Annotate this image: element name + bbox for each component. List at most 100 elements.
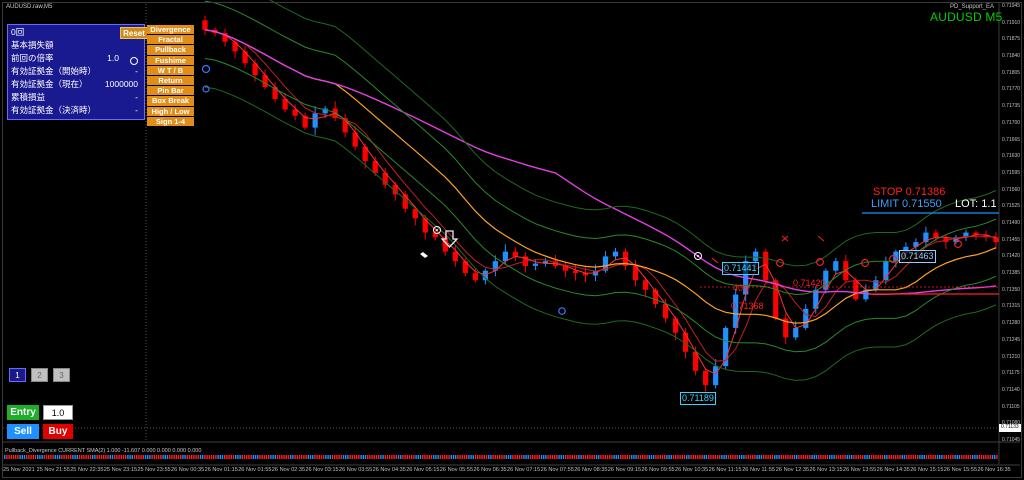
info-panel: 0回 Reset 基本損失額 前回の倍率 1.0 有効証拠金（開始時） - 有効… <box>7 24 148 120</box>
time-axis-label: 25 Nov 23:55 <box>137 467 171 473</box>
pattern-button-fushime[interactable]: Fushime <box>147 55 194 66</box>
red-price-label: 400 <box>733 283 749 293</box>
current-price-tag: 0.71133 <box>1001 424 1019 430</box>
price-axis-label: 0.71945 <box>1002 3 1021 9</box>
panel-row-label: 累積損益 <box>11 92 46 102</box>
time-axis-label: 26 Nov 01:15 <box>204 467 238 473</box>
buy-button[interactable]: Buy <box>43 424 73 439</box>
pattern-button-fractal[interactable]: Fractal <box>147 35 194 46</box>
stop-price-label: STOP 0.71386 <box>873 186 946 198</box>
time-axis-label: 26 Nov 11:55 <box>742 467 776 473</box>
time-axis-label: 26 Nov 05:15 <box>406 467 440 473</box>
pattern-button-list: Divergence Fractal Pullback Fushime W T … <box>147 25 194 127</box>
time-axis-label: 26 Nov 08:35 <box>574 467 608 473</box>
time-axis-label: 26 Nov 09:15 <box>607 467 642 473</box>
box-price-label-upper: 0.71441 <box>722 262 759 275</box>
price-axis-label: 0.71560 <box>1002 186 1021 193</box>
price-axis-label: 0.71045 <box>1002 437 1021 443</box>
time-axis-label: 26 Nov 03:55 <box>339 467 373 473</box>
time-axis-label: 25 Nov 22:35 <box>70 467 104 473</box>
price-axis-label: 0.71665 <box>1002 136 1021 143</box>
indicator-label: Pullback_Divergence CURRENT SMA(2) 1.000… <box>5 448 202 454</box>
price-axis-label: 0.71910 <box>1002 19 1021 26</box>
panel-row: 有効証拠金（開始時） - <box>11 65 141 77</box>
pattern-button-sign[interactable]: Sign 1-4 <box>147 116 194 127</box>
time-axis-label: 26 Nov 05:55 <box>439 467 474 473</box>
pair-label: AUDUSD M5 <box>930 10 1003 24</box>
panel-row: 有効証拠金（現在） 1000000 <box>11 78 141 90</box>
price-axis-label: 0.71455 <box>1002 236 1021 243</box>
price-axis-label: 0.71420 <box>1002 253 1021 260</box>
limit-price-label: LIMIT 0.71550 <box>871 198 942 210</box>
price-axis-label: 0.71525 <box>1002 203 1021 210</box>
panel-row: 有効証拠金（決済時） - <box>11 104 141 116</box>
price-axis-label: 0.71735 <box>1002 103 1021 110</box>
box-price-label-lower: 0.71189 <box>680 392 716 405</box>
panel-row-label: 基本損失額 <box>11 40 54 50</box>
time-axis-label: 26 Nov 01:55 <box>238 467 272 473</box>
pattern-button-pinbar[interactable]: Pin Bar <box>147 86 194 97</box>
time-axis-label: 26 Nov 10:35 <box>675 467 709 473</box>
price-axis-label: 0.71385 <box>1002 270 1021 277</box>
lot-button-3[interactable]: 3 <box>53 368 70 382</box>
time-axis-label: 26 Nov 13:15 <box>809 467 843 473</box>
time-axis: 25 Nov 2021 25 Nov 21:55 25 Nov 22:35 25 No… <box>0 467 1011 477</box>
time-axis-label: 26 Nov 11:15 <box>708 467 742 473</box>
sell-button[interactable]: Sell <box>7 424 39 439</box>
price-axis-label: 0.71770 <box>1002 86 1021 93</box>
price-axis-label: 0.71105 <box>1002 403 1020 410</box>
price-axis-label: 0.71210 <box>1002 353 1021 360</box>
time-axis-label: 26 Nov 02:35 <box>271 467 306 473</box>
pattern-button-wtb[interactable]: W T / B <box>147 65 194 76</box>
panel-row-value: - <box>135 66 138 76</box>
price-axis-label: 0.71315 <box>1002 303 1021 310</box>
mt4-chart-window: AUDUSD.raw,M5 PD_Support_EA AUDUSD M5 0.… <box>0 0 1024 480</box>
entry-button[interactable]: Entry <box>7 405 39 420</box>
panel-row: 前回の倍率 1.0 <box>11 52 141 64</box>
time-axis-label: 26 Nov 07:55 <box>540 467 574 473</box>
panel-row-label: 前回の倍率 <box>11 53 54 63</box>
lot-button-2[interactable]: 2 <box>31 368 48 382</box>
lot-button-1[interactable]: 1 <box>9 368 26 382</box>
panel-row-label: 0回 <box>11 27 25 37</box>
price-axis-label: 0.71140 <box>1002 386 1020 393</box>
price-axis-label: 0.71280 <box>1002 320 1021 327</box>
panel-row-value: 1000000 <box>104 79 138 89</box>
reset-button[interactable]: Reset <box>120 27 148 39</box>
pattern-button-return[interactable]: Return <box>147 75 194 87</box>
pattern-button-highlow[interactable]: High / Low <box>147 106 194 117</box>
panel-row: 基本損失額 <box>11 39 141 51</box>
price-axis-label: 0.71175 <box>1002 370 1020 377</box>
pattern-button-divergence[interactable]: Divergence <box>147 25 194 36</box>
time-axis-label: 26 Nov 16:35 <box>977 467 1011 473</box>
time-axis-label: 26 Nov 00:35 <box>171 467 205 473</box>
price-axis-label: 0.71595 <box>1002 169 1021 176</box>
lot-size-label: LOT: 1.1 <box>955 198 997 210</box>
panel-row-label: 有効証拠金（決済時） <box>11 105 97 115</box>
box-price-label-right: 0.71463 <box>899 250 936 263</box>
price-axis-label: 0.71700 <box>1002 119 1021 126</box>
time-axis-label: 25 Nov 2021 <box>3 467 35 473</box>
red-price-label: 0.71368 <box>731 301 764 311</box>
entry-lot-input[interactable]: 1.0 <box>43 405 73 420</box>
panel-row: 累積損益 - <box>11 91 141 103</box>
circle-toggle-icon[interactable] <box>130 57 138 65</box>
time-axis-label: 25 Nov 23:15 <box>103 467 138 473</box>
price-axis-label: 0.71490 <box>1002 220 1021 226</box>
time-axis-label: 26 Nov 09:55 <box>641 467 675 473</box>
pattern-button-boxbreak[interactable]: Box Break <box>147 96 194 107</box>
time-axis-label: 26 Nov 04:35 <box>372 467 406 473</box>
price-axis-label: 0.71630 <box>1002 153 1021 160</box>
time-axis-label: 25 Nov 21:55 <box>36 467 70 473</box>
pattern-button-pullback[interactable]: Pullback <box>147 45 194 56</box>
price-axis-label: 0.71805 <box>1002 69 1021 76</box>
panel-row-value: - <box>135 105 138 115</box>
time-axis-label: 26 Nov 14:35 <box>876 467 910 473</box>
time-axis-label: 26 Nov 07:15 <box>507 467 541 473</box>
time-axis-label: 26 Nov 03:15 <box>305 467 339 473</box>
price-axis-label: 0.71875 <box>1002 36 1021 43</box>
symbol-title: AUDUSD.raw,M5 <box>6 4 53 10</box>
panel-row-label: 有効証拠金（現在） <box>11 79 88 89</box>
panel-row-label: 有効証拠金（開始時） <box>11 66 97 76</box>
time-axis-label: 26 Nov 15:15 <box>910 467 944 473</box>
